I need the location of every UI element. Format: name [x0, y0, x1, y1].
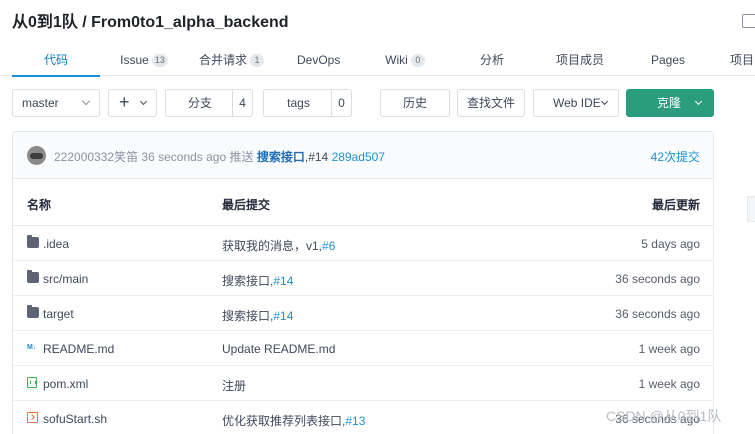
- tags-count: 0: [331, 90, 351, 116]
- tab-issue[interactable]: Issue 13: [119, 44, 169, 76]
- file-table-header: 名称 最后提交 最后更新: [13, 179, 713, 226]
- latest-commit-bar: 222000332笑笛 36 seconds ago 推送 搜索接口,#14 2…: [13, 132, 713, 179]
- chevron-down-icon: [81, 96, 91, 106]
- tab-pages[interactable]: Pages: [651, 44, 685, 76]
- add-button[interactable]: +: [108, 89, 157, 117]
- commit-hash[interactable]: 289ad507: [332, 150, 385, 164]
- merge-request-count-badge: 1: [250, 54, 265, 67]
- tab-analysis[interactable]: 分析: [480, 44, 504, 76]
- commit-author[interactable]: 222000332笑笛: [54, 150, 138, 164]
- table-row[interactable]: pom.xml 注册 1 week ago: [13, 366, 713, 401]
- file-name[interactable]: pom.xml: [43, 377, 88, 391]
- commit-message[interactable]: 搜索接口: [257, 150, 305, 164]
- commit-action: 推送: [229, 150, 254, 164]
- file-updated-time: 36 seconds ago: [615, 307, 700, 321]
- file-commit-message[interactable]: 获取我的消息，v1,#6: [222, 237, 335, 254]
- shell-script-icon: [27, 412, 38, 423]
- history-button[interactable]: 历史: [380, 89, 450, 117]
- chevron-down-icon: [600, 97, 609, 106]
- header-name: 名称: [27, 198, 52, 212]
- repo-toolbar: master + 分支 4 tags 0 历史 查找文件 Web IDE 克隆: [0, 89, 755, 119]
- star-icon[interactable]: [742, 14, 755, 28]
- file-commit-message[interactable]: 优化获取推荐列表接口,#13: [222, 412, 365, 429]
- file-updated-time: 36 seconds ago: [615, 272, 700, 286]
- table-row[interactable]: .idea 获取我的消息，v1,#6 5 days ago: [13, 226, 713, 261]
- file-name[interactable]: sofuStart.sh: [43, 412, 107, 426]
- latest-commit-info: 222000332笑笛 36 seconds ago 推送 搜索接口,#14 2…: [54, 148, 385, 165]
- file-browser: 222000332笑笛 36 seconds ago 推送 搜索接口,#14 2…: [12, 131, 714, 434]
- avatar[interactable]: [27, 146, 46, 165]
- xml-file-icon: [27, 377, 37, 388]
- chevron-down-icon: [139, 97, 148, 106]
- tab-project[interactable]: 项目: [730, 44, 755, 76]
- tab-wiki[interactable]: Wiki 0: [384, 44, 426, 76]
- file-commit-message[interactable]: 搜索接口,#14: [222, 272, 293, 289]
- branches-count: 4: [232, 90, 252, 116]
- file-name[interactable]: .idea: [43, 237, 69, 251]
- tab-code[interactable]: 代码: [12, 44, 100, 77]
- file-commit-message[interactable]: 注册: [222, 377, 246, 394]
- watermark: CSDN @从0到1队: [606, 408, 722, 424]
- header-last-update: 最后更新: [651, 198, 700, 212]
- file-commit-message[interactable]: Update README.md: [222, 342, 335, 356]
- file-name[interactable]: src/main: [43, 272, 88, 286]
- tags-button[interactable]: tags 0: [263, 89, 352, 117]
- commit-time: 36 seconds ago: [141, 150, 227, 164]
- header-last-commit: 最后提交: [222, 198, 271, 212]
- folder-icon: [27, 270, 39, 283]
- side-panel-toggle[interactable]: [747, 196, 755, 222]
- file-name[interactable]: target: [43, 307, 74, 321]
- branch-select[interactable]: master: [12, 89, 100, 117]
- file-commit-message[interactable]: 搜索接口,#14: [222, 307, 293, 324]
- file-updated-time: 1 week ago: [638, 342, 700, 356]
- repo-title[interactable]: 从0到1队 / From0to1_alpha_backend: [12, 8, 289, 32]
- tab-devops[interactable]: DevOps: [297, 44, 340, 76]
- table-row[interactable]: src/main 搜索接口,#14 36 seconds ago: [13, 261, 713, 296]
- folder-icon: [27, 235, 39, 248]
- repo-tabs: 代码 Issue 13 合并请求 1 DevOps Wiki 0 分析 项目成员 Pa…: [0, 44, 755, 77]
- tab-merge-requests[interactable]: 合并请求 1: [199, 44, 265, 76]
- web-ide-button[interactable]: Web IDE: [533, 89, 619, 117]
- tab-members[interactable]: 项目成员: [556, 44, 604, 76]
- chevron-down-icon: [694, 97, 703, 106]
- table-row[interactable]: M↓ README.md Update README.md 1 week ago: [13, 331, 713, 366]
- folder-icon: [27, 305, 39, 318]
- file-updated-time: 1 week ago: [638, 377, 700, 391]
- plus-icon: +: [119, 92, 130, 112]
- file-updated-time: 5 days ago: [641, 237, 700, 251]
- markdown-icon: M↓: [27, 344, 37, 351]
- file-name[interactable]: README.md: [43, 342, 114, 356]
- wiki-count-badge: 0: [410, 54, 425, 67]
- find-file-button[interactable]: 查找文件: [457, 89, 525, 117]
- commit-ref[interactable]: ,#14: [305, 150, 328, 164]
- issue-count-badge: 13: [151, 54, 168, 67]
- table-row[interactable]: target 搜索接口,#14 36 seconds ago: [13, 296, 713, 331]
- branches-button[interactable]: 分支 4: [165, 89, 253, 117]
- clone-button[interactable]: 克隆: [626, 89, 714, 117]
- commit-count-link[interactable]: 42次提交: [651, 148, 700, 165]
